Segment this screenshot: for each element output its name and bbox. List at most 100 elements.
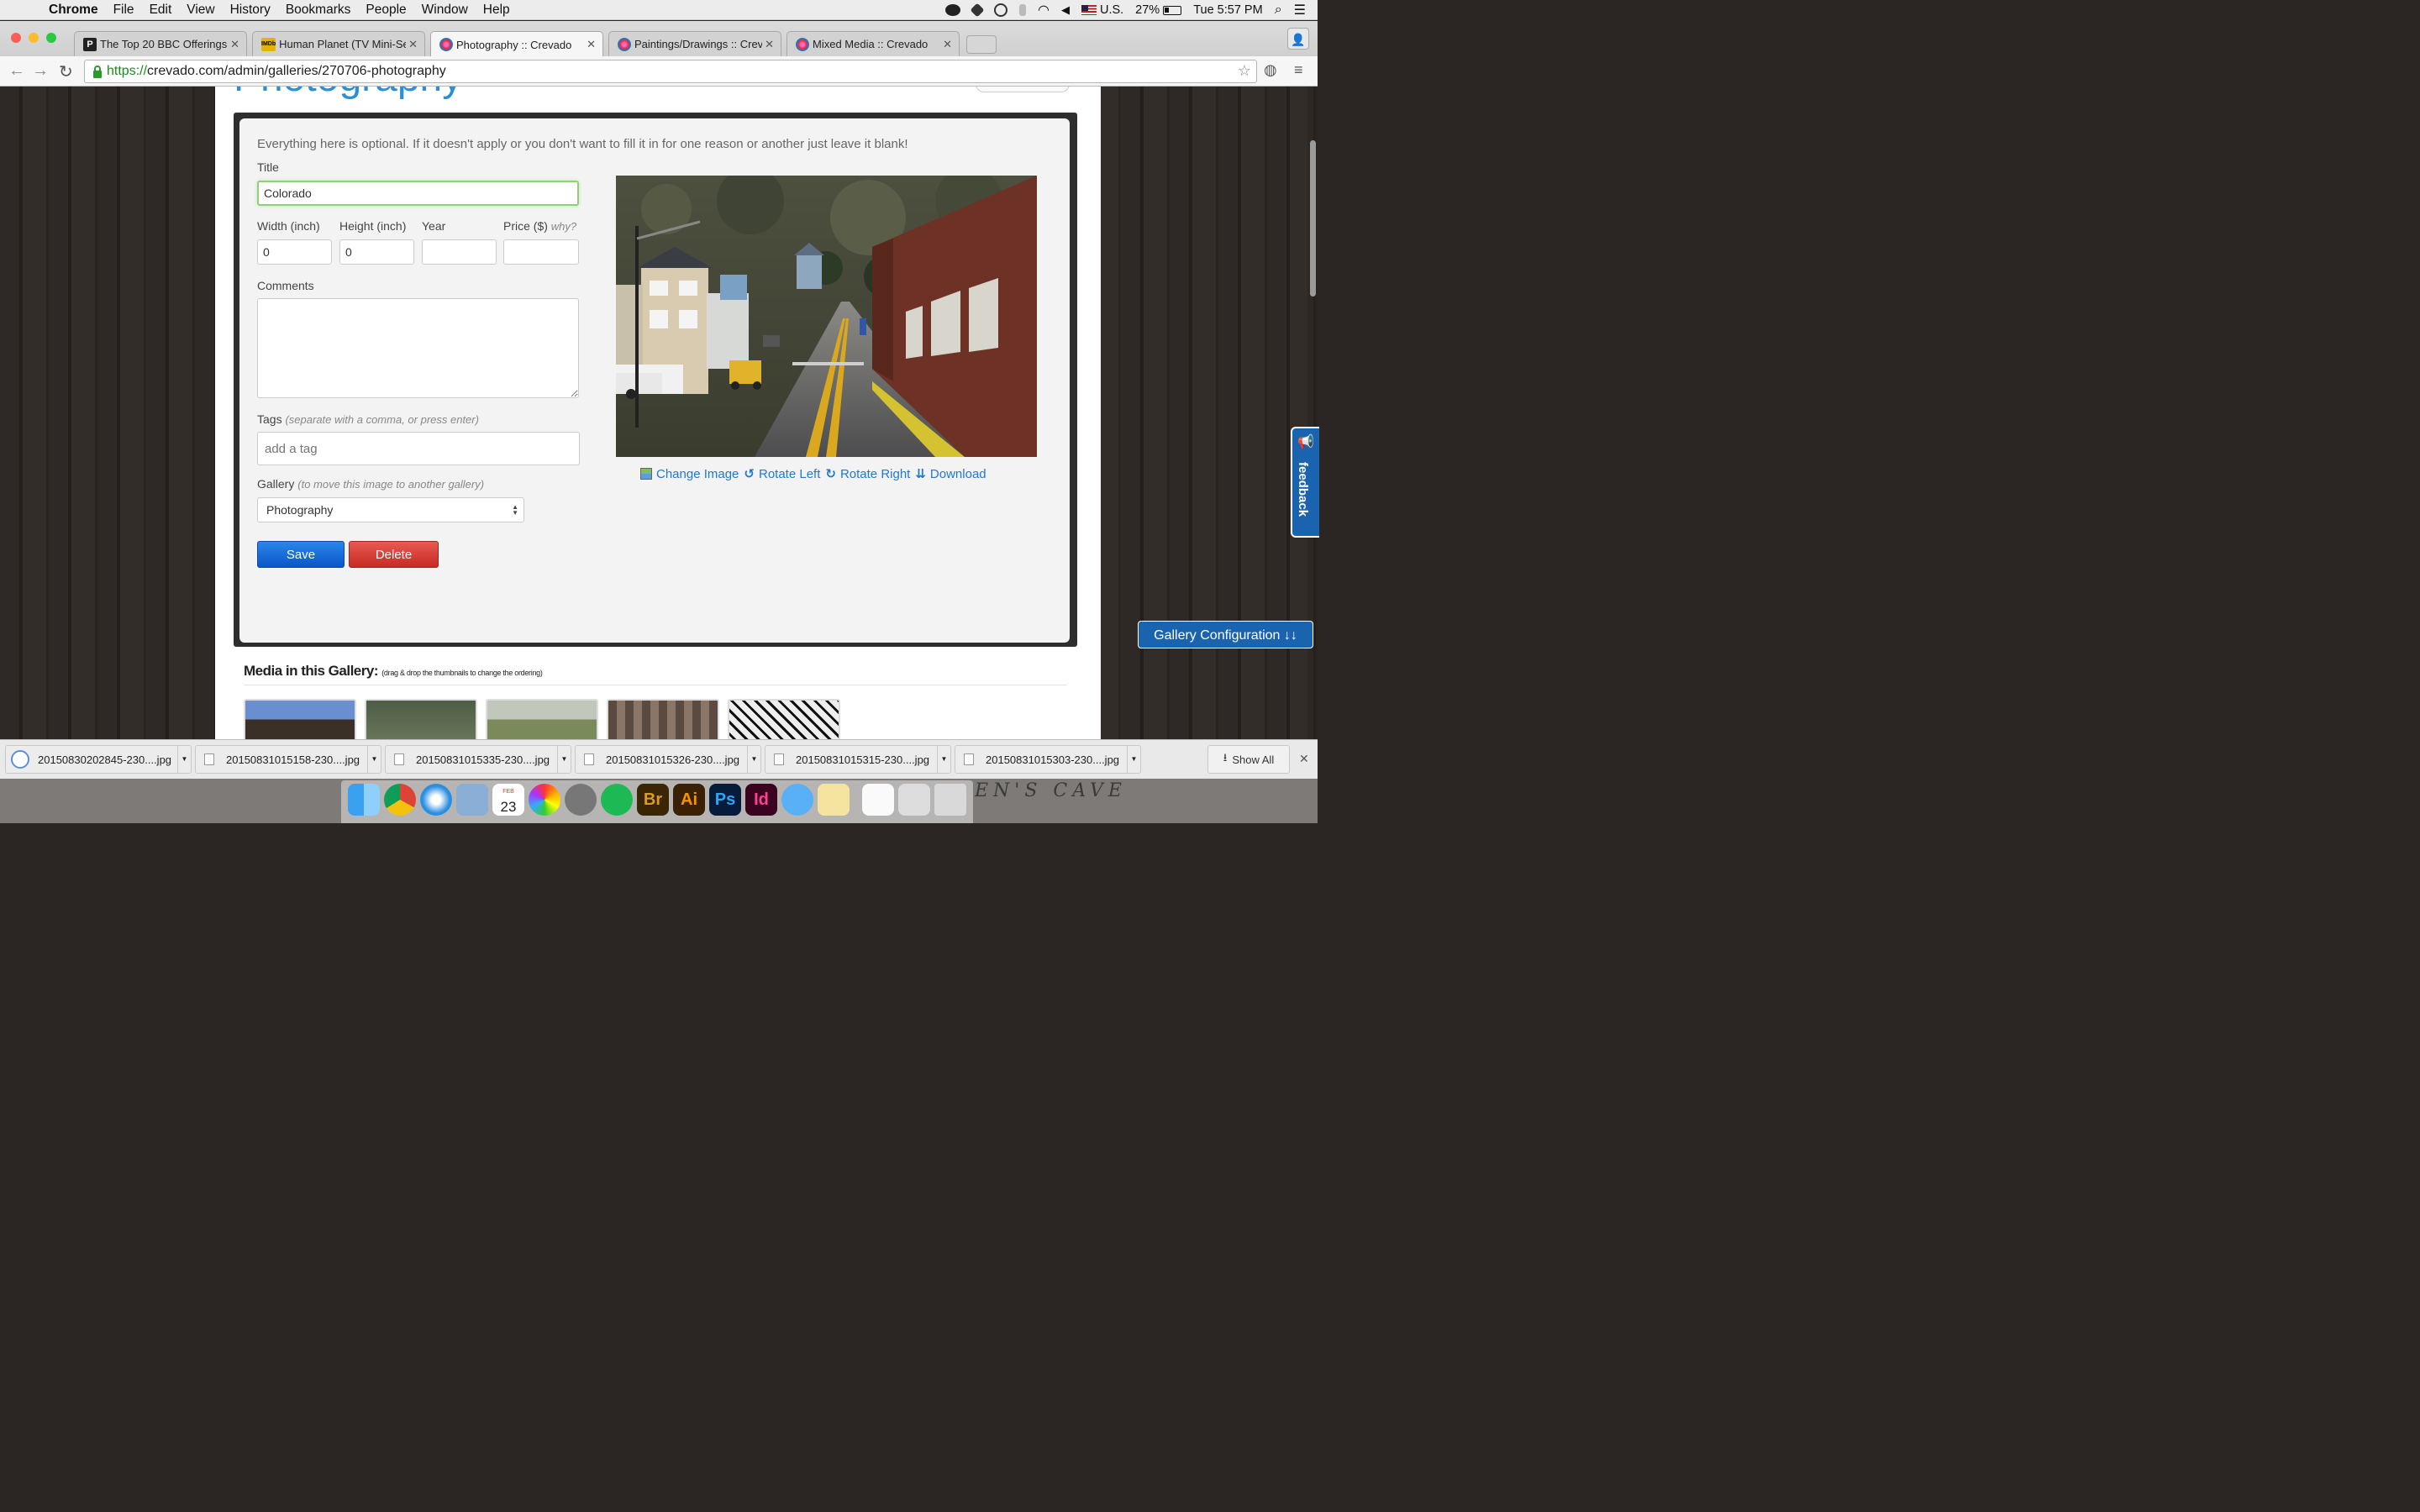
bluetooth-icon[interactable] xyxy=(1019,4,1026,16)
notification-center-icon[interactable]: ☰ xyxy=(1294,2,1306,18)
download-menu-arrow-icon[interactable]: ▼ xyxy=(177,746,191,773)
gallery-thumbnail[interactable] xyxy=(728,699,840,739)
safari-icon[interactable] xyxy=(420,784,452,816)
tab-photography[interactable]: Photography :: Crevado ✕ xyxy=(430,31,603,57)
media-gallery-hint: (drag & drop the thumbnails to change th… xyxy=(381,669,543,677)
gallery-hint: (to move this image to another gallery) xyxy=(297,478,485,491)
trash-icon[interactable] xyxy=(934,784,966,816)
download-menu-arrow-icon[interactable]: ▼ xyxy=(937,746,950,773)
height-input[interactable] xyxy=(339,239,414,265)
back-arrow-icon[interactable]: ← xyxy=(8,61,25,81)
rotate-left-button[interactable]: ↺ Rotate Left xyxy=(744,466,820,482)
wifi-icon[interactable]: ◠ xyxy=(1038,2,1050,18)
downloads-stack-icon[interactable] xyxy=(898,784,930,816)
minimize-window-button[interactable] xyxy=(29,33,39,43)
photos-icon[interactable] xyxy=(529,784,560,816)
title-input[interactable] xyxy=(257,181,579,206)
input-source[interactable]: U.S. xyxy=(1081,3,1123,17)
menu-app-name[interactable]: Chrome xyxy=(34,3,106,18)
close-window-button[interactable] xyxy=(11,33,21,43)
menu-help[interactable]: Help xyxy=(476,3,518,18)
download-item[interactable]: 20150831015303-230....jpg ▼ xyxy=(955,745,1141,774)
tab-mixed-media[interactable]: Mixed Media :: Crevado ✕ xyxy=(786,31,960,56)
zoom-window-button[interactable] xyxy=(46,33,56,43)
download-menu-arrow-icon[interactable]: ▼ xyxy=(557,746,571,773)
close-tab-icon[interactable]: ✕ xyxy=(940,38,952,51)
dropbox-icon[interactable] xyxy=(970,3,985,18)
download-menu-arrow-icon[interactable]: ▼ xyxy=(747,746,760,773)
close-tab-icon[interactable]: ✕ xyxy=(406,38,418,51)
new-tab-button[interactable] xyxy=(966,35,997,54)
creative-cloud-icon[interactable] xyxy=(945,4,960,16)
menu-people[interactable]: People xyxy=(358,3,413,18)
tab-paintings[interactable]: Paintings/Drawings :: Crevado ✕ xyxy=(608,31,781,56)
reload-icon[interactable]: ↻ xyxy=(59,61,73,82)
menu-file[interactable]: File xyxy=(106,3,142,18)
system-preferences-icon[interactable] xyxy=(565,784,597,816)
tab-human-planet[interactable]: IMDb Human Planet (TV Mini-Series) ✕ xyxy=(252,31,425,56)
calendar-icon[interactable]: FEB 23 xyxy=(492,784,524,816)
comments-textarea[interactable] xyxy=(257,298,579,398)
gallery-select[interactable]: Photography ▲ ▼ xyxy=(257,497,524,522)
preview-icon[interactable] xyxy=(456,784,488,816)
photoshop-icon[interactable]: Ps xyxy=(709,784,741,816)
address-bar[interactable]: https:// crevado.com/admin/galleries/270… xyxy=(84,60,1257,83)
menu-edit[interactable]: Edit xyxy=(142,3,180,18)
chrome-menu-icon[interactable]: ≡ xyxy=(1294,61,1303,79)
download-item[interactable]: 20150831015326-230....jpg ▼ xyxy=(575,745,761,774)
gallery-thumbnail[interactable] xyxy=(486,699,598,739)
extension-icon[interactable]: ◍ xyxy=(1264,61,1277,79)
download-menu-arrow-icon[interactable]: ▼ xyxy=(1127,746,1140,773)
menu-window[interactable]: Window xyxy=(414,3,476,18)
gallery-thumbnail[interactable] xyxy=(365,699,477,739)
menu-view[interactable]: View xyxy=(179,3,222,18)
gallery-thumbnail[interactable] xyxy=(244,699,356,739)
download-item[interactable]: 20150830202845-230....jpg ▼ xyxy=(5,745,192,774)
spotify-icon[interactable] xyxy=(601,784,633,816)
battery-status[interactable]: 27% xyxy=(1135,3,1182,17)
gallery-configuration-button[interactable]: Gallery Configuration ↓↓ xyxy=(1138,621,1313,648)
document-icon[interactable] xyxy=(862,784,894,816)
clock[interactable]: Tue 5:57 PM xyxy=(1193,3,1262,17)
volume-icon[interactable]: ◀ xyxy=(1061,3,1070,17)
spotlight-icon[interactable]: ⌕ xyxy=(1275,3,1282,18)
tab-bbc-netflix[interactable]: P The Top 20 BBC Offerings on Netflix ✕ xyxy=(74,31,247,56)
bookmark-star-icon[interactable]: ☆ xyxy=(1238,62,1251,80)
menu-bookmarks[interactable]: Bookmarks xyxy=(278,3,359,18)
close-downloads-icon[interactable]: ✕ xyxy=(1299,752,1309,766)
scrollbar-thumb[interactable] xyxy=(1310,140,1316,297)
forward-arrow-icon[interactable]: → xyxy=(32,61,49,81)
download-item[interactable]: 20150831015315-230....jpg ▼ xyxy=(765,745,951,774)
price-input[interactable] xyxy=(503,239,579,265)
save-button[interactable]: Save xyxy=(257,541,345,568)
bridge-icon[interactable]: Br xyxy=(637,784,669,816)
file-icon xyxy=(774,753,784,765)
menu-history[interactable]: History xyxy=(223,3,278,18)
tags-input[interactable] xyxy=(257,432,580,465)
gallery-thumbnail[interactable] xyxy=(607,699,719,739)
feedback-tab[interactable]: 📢 feedback xyxy=(1291,427,1319,538)
year-input[interactable] xyxy=(422,239,497,265)
close-tab-icon[interactable]: ✕ xyxy=(762,38,774,51)
width-input[interactable] xyxy=(257,239,332,265)
chrome-icon[interactable] xyxy=(384,784,416,816)
time-machine-icon[interactable] xyxy=(994,3,1007,17)
profile-icon[interactable]: 👤 xyxy=(1287,28,1309,50)
change-image-button[interactable]: Change Image xyxy=(640,466,739,481)
download-button[interactable]: ⇊ Download xyxy=(915,466,986,482)
close-tab-icon[interactable]: ✕ xyxy=(584,38,596,51)
download-item[interactable]: 20150831015335-230....jpg ▼ xyxy=(385,745,571,774)
download-item[interactable]: 20150831015158-230....jpg ▼ xyxy=(195,745,381,774)
delete-button[interactable]: Delete xyxy=(349,541,439,568)
close-tab-icon[interactable]: ✕ xyxy=(228,38,239,51)
rotate-right-button[interactable]: ↻ Rotate Right xyxy=(825,466,910,482)
messages-icon[interactable] xyxy=(781,784,813,816)
notes-icon[interactable] xyxy=(818,784,850,816)
price-why-link[interactable]: why? xyxy=(551,220,576,233)
indesign-icon[interactable]: Id xyxy=(745,784,777,816)
show-all-downloads-button[interactable]: ⭳ Show All xyxy=(1207,745,1290,774)
finder-icon[interactable] xyxy=(348,784,380,816)
download-menu-arrow-icon[interactable]: ▼ xyxy=(367,746,381,773)
illustrator-icon[interactable]: Ai xyxy=(673,784,705,816)
top-button[interactable] xyxy=(976,87,1070,92)
